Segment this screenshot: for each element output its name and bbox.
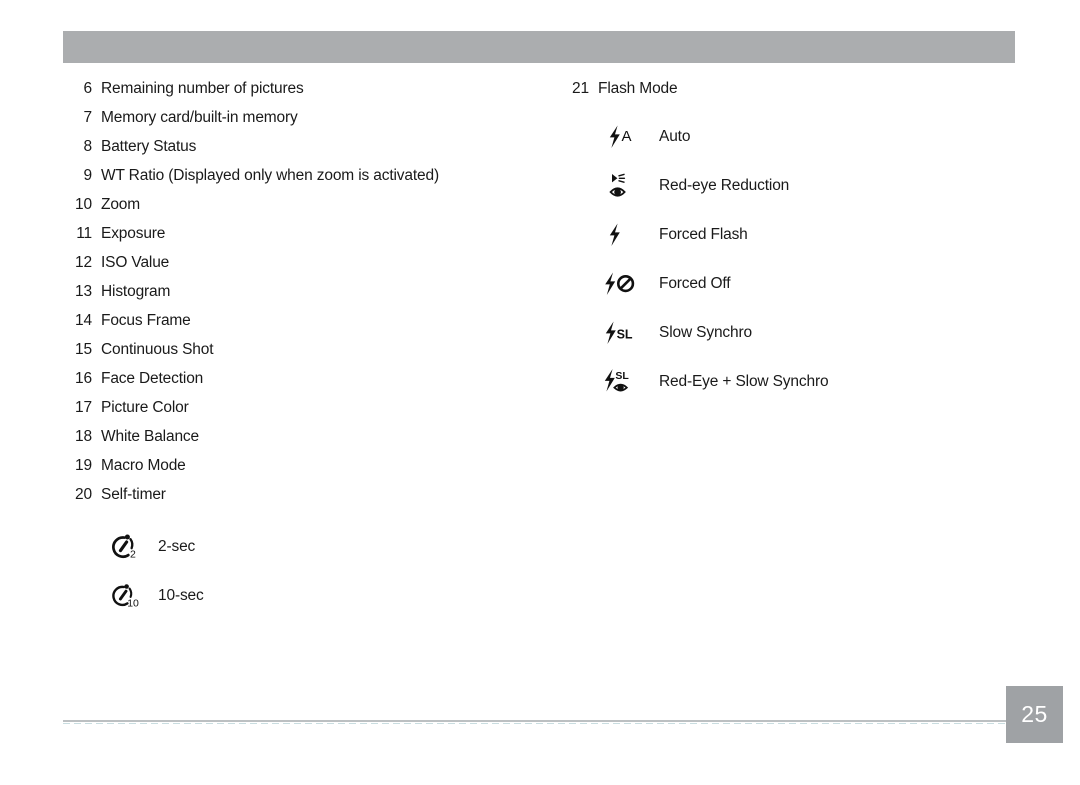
list-item-number: 20	[75, 486, 92, 503]
list-item: 7 Memory card/built-in memory	[63, 109, 543, 138]
right-column: 21 Flash Mode A Auto Red-eye Reduction F…	[560, 80, 1020, 406]
footer-divider	[63, 720, 1015, 724]
flash-forced-icon	[599, 221, 645, 249]
list-item-number: 17	[75, 399, 92, 416]
list-item-label: Flash Mode	[598, 80, 678, 97]
list-item: 20 Self-timer	[63, 486, 543, 515]
flash-option-forced-flash: Forced Flash	[599, 210, 1020, 259]
list-item: 15 Continuous Shot	[63, 341, 543, 370]
self-timer-option-10sec: 10 10-sec	[101, 571, 543, 620]
list-item-label: Continuous Shot	[101, 341, 214, 358]
list-item-label: Macro Mode	[101, 457, 186, 474]
list-item-label: Histogram	[101, 283, 171, 300]
flash-auto-letter: A	[622, 127, 632, 144]
list-item-label: WT Ratio (Displayed only when zoom is ac…	[101, 167, 439, 184]
timer-2sec-icon: 2	[101, 532, 147, 562]
list-item-label: White Balance	[101, 428, 199, 445]
self-timer-option-2sec: 2 2-sec	[101, 522, 543, 571]
self-timer-option-label: 10-sec	[158, 586, 204, 604]
list-item-label: Battery Status	[101, 138, 197, 155]
flash-option-label: Auto	[659, 127, 691, 145]
list-item-number: 12	[75, 254, 92, 271]
flash-option-forced-off: Forced Off	[599, 259, 1020, 308]
page-header-bar	[63, 31, 1015, 63]
self-timer-options: 2 2-sec 10 10-sec	[101, 522, 543, 620]
flash-mode-options: A Auto Red-eye Reduction Forced Flash Fo…	[599, 112, 1020, 406]
list-item-number: 15	[75, 341, 92, 358]
list-item-number: 13	[75, 283, 92, 300]
flash-option-label: Forced Flash	[659, 225, 748, 243]
timer-10sec-badge: 10	[127, 597, 139, 609]
list-item-number: 19	[75, 457, 92, 474]
left-column: 6 Remaining number of pictures 7 Memory …	[63, 80, 543, 620]
flash-auto-icon: A	[599, 123, 645, 151]
list-item: 9 WT Ratio (Displayed only when zoom is …	[63, 167, 543, 196]
list-item-number: 10	[75, 196, 92, 213]
list-item: 18 White Balance	[63, 428, 543, 457]
flash-option-red-eye-reduction: Red-eye Reduction	[599, 161, 1020, 210]
flash-option-auto: A Auto	[599, 112, 1020, 161]
list-item-label: Face Detection	[101, 370, 204, 387]
list-item-label: Remaining number of pictures	[101, 80, 304, 97]
list-item: 8 Battery Status	[63, 138, 543, 167]
flash-mode-section-heading: 21 Flash Mode	[560, 80, 1020, 109]
flash-red-eye-reduction-icon	[599, 171, 645, 201]
list-item-number: 6	[83, 80, 93, 97]
list-item-number: 7	[83, 109, 93, 126]
flash-slow-synchro-letters: SL	[617, 327, 633, 341]
flash-option-label: Slow Synchro	[659, 323, 752, 341]
flash-slow-synchro-icon: SL	[599, 319, 645, 347]
flash-option-red-eye-slow-synchro: SL Red-Eye + Slow Synchro	[599, 357, 1020, 406]
list-item: 17 Picture Color	[63, 399, 543, 428]
list-item-number: 16	[75, 370, 92, 387]
self-timer-option-label: 2-sec	[158, 537, 196, 555]
list-item: 12 ISO Value	[63, 254, 543, 283]
list-item-number: 18	[75, 428, 92, 445]
page-number-badge: 25	[1006, 686, 1063, 743]
list-item-number: 11	[76, 225, 92, 242]
list-item-label: Zoom	[101, 196, 141, 213]
list-item-number: 9	[83, 167, 93, 184]
flash-red-eye-slow-synchro-letters: SL	[615, 370, 629, 382]
list-item-label: ISO Value	[101, 254, 170, 271]
list-item-label: Memory card/built-in memory	[101, 109, 298, 126]
list-item-label: Self-timer	[101, 486, 166, 503]
flash-option-label: Forced Off	[659, 274, 731, 292]
list-item-label: Focus Frame	[101, 312, 191, 329]
flash-option-label: Red-eye Reduction	[659, 176, 790, 194]
list-item: 16 Face Detection	[63, 370, 543, 399]
list-item-number: 8	[83, 138, 93, 155]
list-item: 6 Remaining number of pictures	[63, 80, 543, 109]
list-item: 10 Zoom	[63, 196, 543, 225]
timer-2sec-badge: 2	[130, 548, 136, 560]
flash-forced-off-icon	[599, 270, 645, 298]
flash-option-slow-synchro: SL Slow Synchro	[599, 308, 1020, 357]
timer-10sec-icon: 10	[101, 581, 147, 611]
list-item-label: Picture Color	[101, 399, 189, 416]
list-item: 14 Focus Frame	[63, 312, 543, 341]
list-item-label: Exposure	[101, 225, 166, 242]
list-item: 11 Exposure	[63, 225, 543, 254]
flash-red-eye-slow-synchro-icon: SL	[599, 367, 645, 397]
list-item-number: 14	[75, 312, 92, 329]
list-item: 19 Macro Mode	[63, 457, 543, 486]
flash-option-label: Red-Eye + Slow Synchro	[659, 372, 829, 390]
list-item-number: 21	[572, 80, 589, 97]
list-item: 13 Histogram	[63, 283, 543, 312]
page-number: 25	[1021, 701, 1048, 727]
